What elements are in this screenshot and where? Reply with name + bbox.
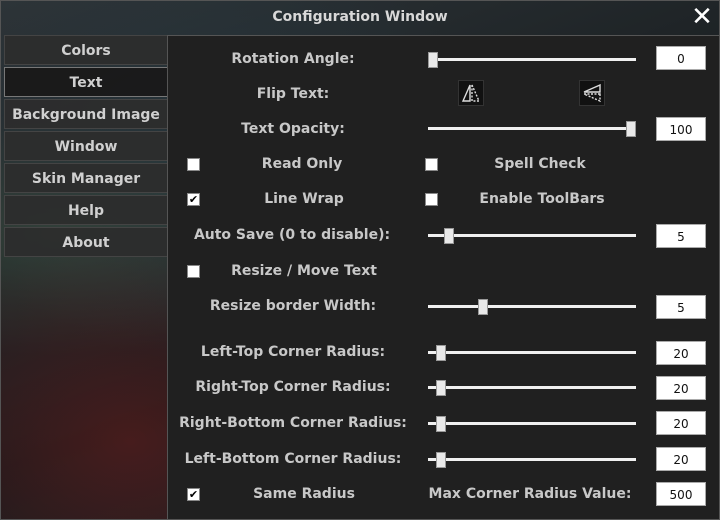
auto-save-label: Auto Save (0 to disable): bbox=[193, 227, 391, 243]
resize-border-width-label: Resize border Width: bbox=[209, 298, 377, 314]
right-top-radius-label: Right-Top Corner Radius: bbox=[195, 379, 391, 395]
slider-thumb[interactable] bbox=[428, 52, 438, 68]
read-only-label: Read Only bbox=[261, 156, 343, 172]
flip-text-label: Flip Text: bbox=[256, 86, 330, 102]
resize-border-width-slider[interactable] bbox=[428, 299, 636, 315]
right-top-radius-input[interactable]: 20 bbox=[656, 376, 706, 400]
enable-toolbars-checkbox[interactable] bbox=[425, 193, 438, 206]
text-opacity-input[interactable]: 100 bbox=[656, 117, 706, 141]
right-bottom-radius-label: Right-Bottom Corner Radius: bbox=[179, 415, 407, 431]
resize-border-width-input[interactable]: 5 bbox=[656, 295, 706, 319]
close-icon[interactable]: ✕ bbox=[689, 4, 715, 30]
text-settings-panel: Rotation Angle: 0 Flip Text: Text Opacit… bbox=[167, 35, 719, 519]
slider-track bbox=[428, 127, 636, 130]
tab-help[interactable]: Help bbox=[4, 195, 168, 225]
line-wrap-label: Line Wrap bbox=[264, 191, 344, 207]
left-bottom-radius-slider[interactable] bbox=[428, 452, 636, 468]
tab-skin-manager[interactable]: Skin Manager bbox=[4, 163, 168, 193]
flip-horizontal-icon[interactable] bbox=[458, 80, 484, 106]
slider-track bbox=[428, 422, 636, 425]
spell-check-checkbox[interactable] bbox=[425, 158, 438, 171]
slider-track bbox=[428, 234, 636, 237]
right-top-radius-slider[interactable] bbox=[428, 380, 636, 396]
rotation-angle-input[interactable]: 0 bbox=[656, 46, 706, 70]
tab-background-image[interactable]: Background Image bbox=[4, 99, 168, 129]
slider-thumb[interactable] bbox=[626, 121, 636, 137]
right-bottom-radius-input[interactable]: 20 bbox=[656, 411, 706, 435]
auto-save-slider[interactable] bbox=[428, 228, 636, 244]
slider-thumb[interactable] bbox=[435, 380, 446, 396]
enable-toolbars-label: Enable ToolBars bbox=[479, 191, 605, 207]
slider-thumb[interactable] bbox=[477, 299, 488, 315]
configuration-window: Configuration Window ✕ Colors Text Backg… bbox=[0, 0, 720, 520]
same-radius-checkbox[interactable]: ✔ bbox=[187, 488, 200, 501]
slider-thumb[interactable] bbox=[435, 452, 446, 468]
slider-track bbox=[428, 458, 636, 461]
tab-text[interactable]: Text bbox=[4, 67, 168, 97]
window-title: Configuration Window bbox=[272, 9, 448, 25]
resize-move-text-checkbox[interactable] bbox=[187, 265, 200, 278]
line-wrap-checkbox[interactable]: ✔ bbox=[187, 193, 200, 206]
rotation-angle-slider[interactable] bbox=[428, 52, 636, 68]
tab-about[interactable]: About bbox=[4, 227, 168, 257]
flip-vertical-icon[interactable] bbox=[579, 80, 605, 106]
slider-track bbox=[428, 386, 636, 389]
left-top-radius-label: Left-Top Corner Radius: bbox=[200, 344, 386, 360]
slider-track bbox=[428, 305, 636, 308]
tab-window[interactable]: Window bbox=[4, 131, 168, 161]
tab-colors[interactable]: Colors bbox=[4, 35, 168, 65]
text-opacity-slider[interactable] bbox=[428, 121, 636, 137]
right-bottom-radius-slider[interactable] bbox=[428, 416, 636, 432]
read-only-checkbox[interactable] bbox=[187, 158, 200, 171]
slider-thumb[interactable] bbox=[435, 416, 446, 432]
left-bottom-radius-input[interactable]: 20 bbox=[656, 447, 706, 471]
left-top-radius-input[interactable]: 20 bbox=[656, 341, 706, 365]
resize-move-text-label: Resize / Move Text bbox=[231, 263, 377, 279]
same-radius-label: Same Radius bbox=[253, 486, 355, 502]
slider-track bbox=[428, 351, 636, 354]
rotation-angle-label: Rotation Angle: bbox=[231, 51, 355, 67]
spell-check-label: Spell Check bbox=[494, 156, 586, 172]
left-top-radius-slider[interactable] bbox=[428, 345, 636, 361]
left-bottom-radius-label: Left-Bottom Corner Radius: bbox=[184, 451, 402, 467]
max-corner-radius-label: Max Corner Radius Value: bbox=[428, 486, 632, 502]
slider-track bbox=[428, 58, 636, 61]
slider-thumb[interactable] bbox=[443, 228, 454, 244]
auto-save-input[interactable]: 5 bbox=[656, 224, 706, 248]
sidebar: Colors Text Background Image Window Skin… bbox=[4, 35, 168, 259]
max-corner-radius-input[interactable]: 500 bbox=[656, 482, 706, 506]
text-opacity-label: Text Opacity: bbox=[241, 121, 345, 137]
slider-thumb[interactable] bbox=[435, 345, 446, 361]
